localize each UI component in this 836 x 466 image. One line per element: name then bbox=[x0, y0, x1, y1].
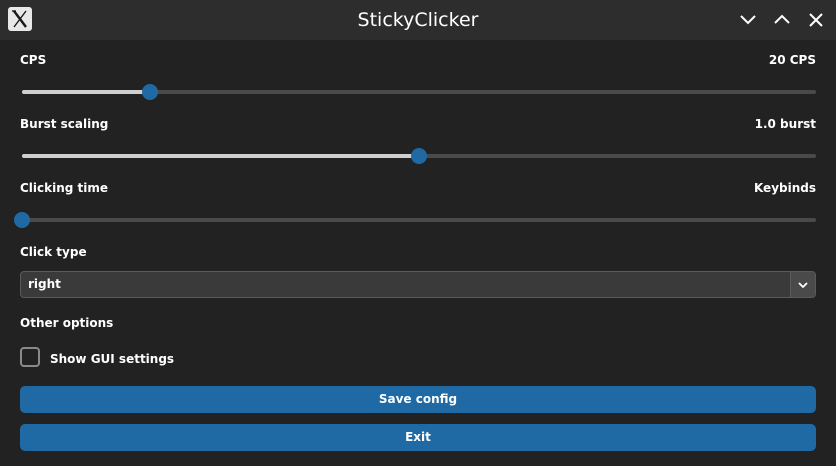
slider-thumb[interactable] bbox=[141, 84, 158, 100]
cps-value: 20 CPS bbox=[768, 53, 816, 67]
maximize-icon[interactable] bbox=[770, 8, 794, 32]
burst-label: Burst scaling bbox=[20, 117, 109, 131]
chevron-down-icon bbox=[798, 282, 808, 289]
click-type-selected: right bbox=[28, 277, 61, 291]
dropdown-button[interactable] bbox=[790, 272, 815, 297]
slider-fill bbox=[22, 154, 419, 158]
save-config-button[interactable]: Save config bbox=[20, 386, 816, 413]
click-type-label: Click type bbox=[20, 245, 87, 259]
other-options-label: Other options bbox=[20, 316, 114, 330]
clicking-time-value: Keybinds bbox=[753, 181, 816, 195]
slider-thumb[interactable] bbox=[411, 148, 427, 164]
show-gui-checkbox[interactable] bbox=[20, 347, 40, 367]
cps-label: CPS bbox=[20, 53, 47, 67]
clicking-time-label: Clicking time bbox=[20, 181, 109, 195]
click-type-select[interactable]: right bbox=[20, 271, 816, 298]
window-title: StickyClicker bbox=[357, 9, 479, 31]
slider-thumb[interactable] bbox=[14, 212, 30, 228]
burst-slider[interactable] bbox=[22, 148, 816, 164]
clicking-time-slider[interactable] bbox=[14, 212, 816, 228]
close-icon[interactable] bbox=[804, 8, 828, 32]
title-bar[interactable]: StickyClicker bbox=[0, 0, 836, 40]
slider-fill bbox=[22, 90, 150, 94]
app-window: StickyClicker CPS 20 CPS Burst scaling 1… bbox=[0, 0, 836, 466]
burst-value: 1.0 burst bbox=[754, 117, 816, 131]
cps-slider[interactable] bbox=[22, 84, 816, 100]
exit-button[interactable]: Exit bbox=[20, 424, 816, 451]
minimize-icon[interactable] bbox=[736, 8, 760, 32]
slider-track bbox=[22, 218, 816, 222]
show-gui-label[interactable]: Show GUI settings bbox=[50, 352, 174, 366]
